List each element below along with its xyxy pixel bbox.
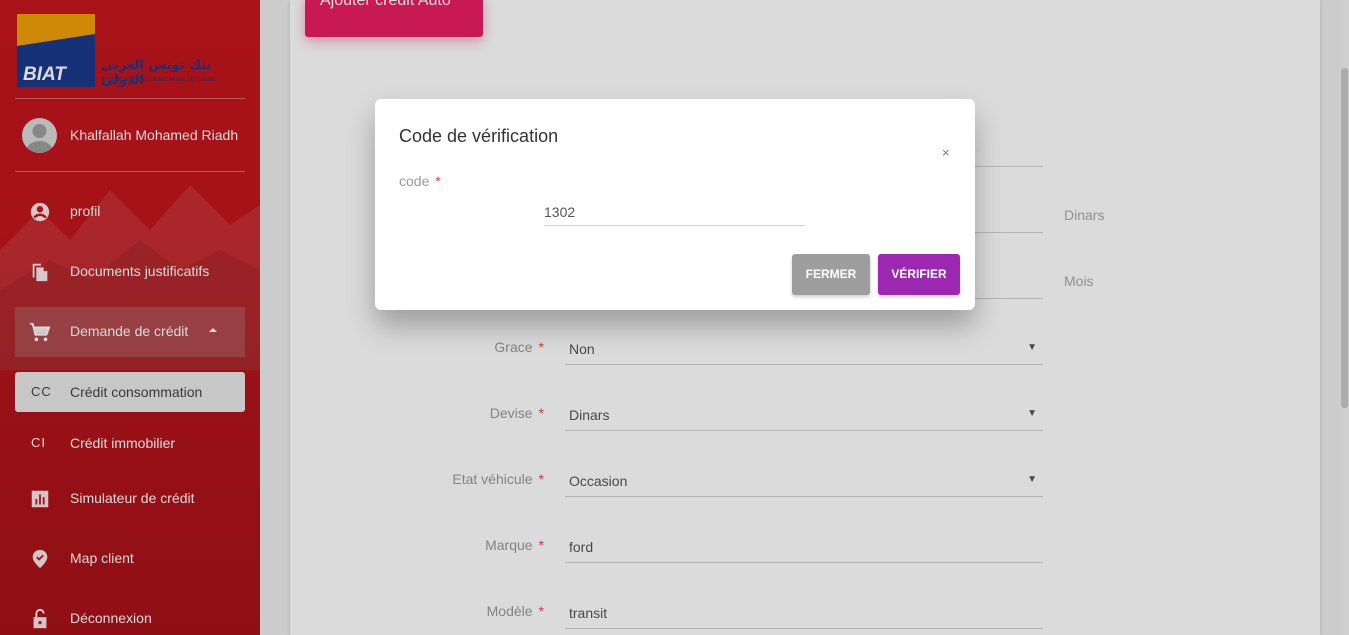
verify-button[interactable]: VÉRIFIER bbox=[878, 254, 960, 295]
modal-backdrop[interactable] bbox=[0, 0, 1349, 635]
code-label: code * bbox=[399, 173, 441, 189]
modal-title: Code de vérification bbox=[399, 126, 559, 146]
code-input[interactable] bbox=[544, 199, 805, 226]
close-icon[interactable]: × bbox=[942, 145, 950, 160]
verification-modal: Code de vérification × code* FERMER VÉRI… bbox=[375, 99, 975, 310]
close-button[interactable]: FERMER bbox=[792, 254, 870, 295]
